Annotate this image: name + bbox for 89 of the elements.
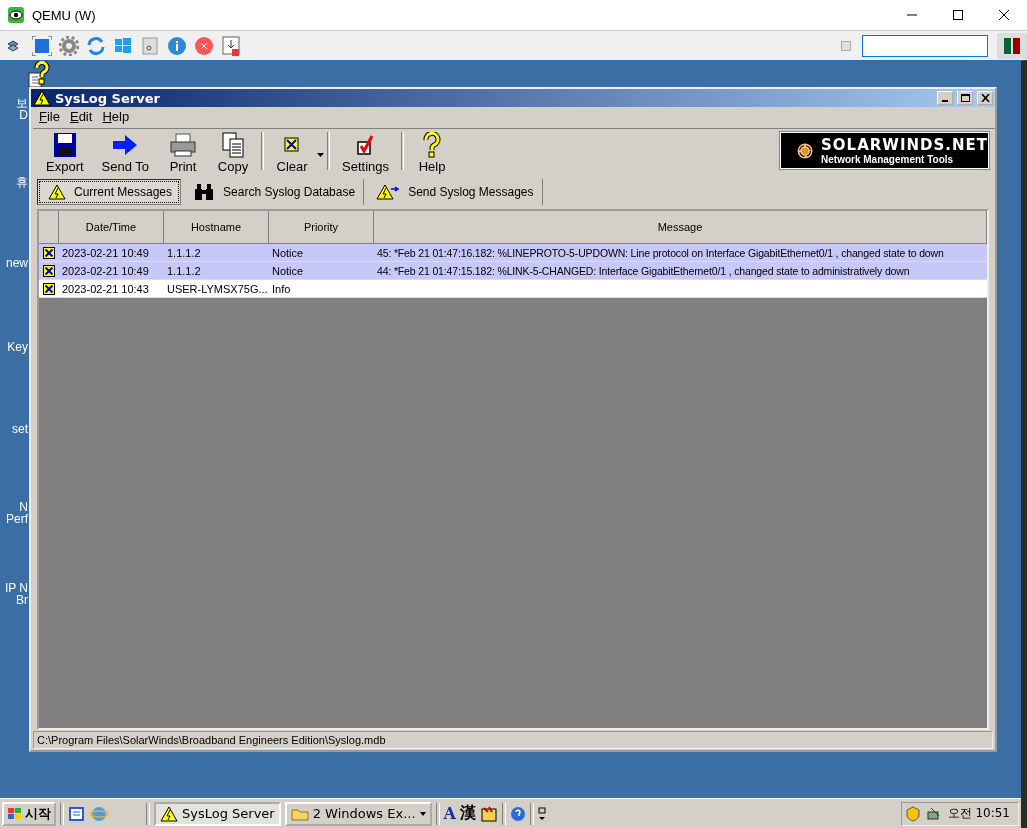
qemu-logo-icon [8,7,24,23]
windows-logo-icon[interactable] [113,35,133,56]
toolbar-button[interactable]: Print [158,132,209,174]
toolbar-button[interactable]: Clear [267,132,318,174]
tab[interactable]: Current Messages [37,179,182,205]
keyboard-key-icon[interactable] [140,35,160,56]
dropdown-caret-icon[interactable] [317,153,325,157]
table-cell-text: 45: *Feb 21 01:47:16.182: %LINEPROTO-5-UPDOWN: Line protocol on Interface GigabitEthernet0/1 , changed state to down [376,246,945,259]
start-button[interactable]: 시작 [2,801,56,826]
minimize-button[interactable] [937,91,953,105]
warning-icon [160,805,178,822]
table-row[interactable]: 2023-02-21 10:43 USER-LYMSX75G... Info [39,280,987,298]
fullscreen-icon[interactable] [32,35,52,56]
clock: 오전 10:51 [947,805,1010,822]
column-header[interactable]: Date/Time [59,211,164,243]
window-title: QEMU (W) [32,7,97,23]
logo-text: SOLARWINDS.NET [821,136,988,154]
table-cell-text: 44: *Feb 21 01:47:15.182: %LINK-5-CHANGED: Interface GigabitEthernet0/1 , changed state to administratively down [376,264,911,277]
desktop-icon-label: D [19,109,29,121]
column-header[interactable]: Hostname [164,211,269,243]
desktop-icon-label: 휴 [16,176,29,188]
x-mark-icon [43,246,55,259]
desktop-icon-label: Perf [6,513,29,525]
menu-item[interactable]: File [35,109,64,124]
window-title: SysLog Server [55,90,161,106]
shield-icon[interactable] [905,805,920,822]
table-cell-text: 1.1.1.2 [166,264,202,277]
tab[interactable]: Search Syslog Database [183,179,365,205]
taskbar-button[interactable]: 2 Windows Ex... [284,801,432,826]
table-cell-text: Info [271,282,292,295]
folder-icon [290,806,309,821]
table-cell-text: 1.1.1.2 [166,246,202,259]
close-icon [998,9,1010,21]
input-field[interactable] [862,34,988,57]
options-caret-icon[interactable] [538,806,546,821]
menu-item[interactable]: Help [98,109,134,124]
column-header[interactable]: Priority [269,211,374,243]
logo-tagline: Network Management Tools [821,154,955,165]
show-desktop-icon[interactable] [68,804,86,823]
maximize-button[interactable] [957,91,973,105]
warning-arrow-icon [376,184,401,200]
desktop-icon-label: set [12,423,29,435]
binoculars-icon [193,183,216,201]
desktop-icon-label: Key [7,341,29,353]
maximize-icon [952,9,964,21]
menu-item[interactable]: Edit [65,109,97,124]
x-mark-icon [43,264,55,277]
table-cell-text: USER-LYMSX75G... [166,282,269,295]
toolbar-button[interactable]: Copy [208,132,259,174]
close-icon [980,94,990,102]
info-icon[interactable] [167,35,187,56]
desktop-icon-label: 보 [16,97,29,109]
toolbar-button[interactable]: Help [407,132,458,174]
toolbar-button[interactable]: Export [37,132,93,174]
desktop-icon-label: N [19,501,29,513]
status-lights-icon [997,32,1027,59]
close-button[interactable] [977,91,993,105]
warning-icon [48,184,66,200]
stop-icon[interactable] [194,35,214,56]
status-bar: C:\Program Files\SolarWinds\Broadband Engineers Edition\Syslog.mdb [33,731,993,749]
download-window-icon[interactable] [221,35,241,56]
x-mark-icon [43,282,55,295]
table-cell-text: 2023-02-21 10:49 [61,246,150,259]
windows-flag-icon [7,806,23,821]
settings-icon[interactable] [59,35,79,56]
table-row[interactable]: 2023-02-21 10:49 1.1.1.2 Notice 44: *Feb 21 01:47:15.182: %LINK-5-CHANGED: Interface GigabitEthernet0/1 , changed state to administratively down [39,262,987,280]
refresh-icon[interactable] [86,35,106,56]
table-cell-text: 2023-02-21 10:43 [61,282,150,295]
desktop-icon-label: Br [16,594,29,606]
network-tray-icon[interactable] [925,805,942,822]
table-cell-text: 2023-02-21 10:49 [61,264,150,277]
toolbar-button[interactable]: Settings [333,132,399,174]
app-warning-icon [33,90,51,106]
ime-pad-icon[interactable] [480,804,498,823]
maximize-icon [960,94,970,102]
checkbox[interactable] [841,40,851,51]
desktop-icon-label: IP N [4,582,29,594]
dropdown-caret-icon [419,811,426,816]
table-cell-text: Notice [271,246,305,259]
desktop-icon-label: new [6,257,29,269]
toolbar-button[interactable]: Send To [92,132,159,174]
taskbar-button[interactable]: SysLog Server [154,801,281,826]
language-indicator[interactable]: 漢 [460,803,476,824]
help-circle-icon[interactable] [510,805,526,822]
table-row[interactable]: 2023-02-21 10:49 1.1.1.2 Notice 45: *Feb 21 01:47:16.182: %LINEPROTO-5-UPDOWN: Line protocol on Interface GigabitEthernet0/1 , changed state to down [39,244,987,262]
language-indicator[interactable]: A [443,804,456,823]
tab[interactable]: Send Syslog Messages [366,179,543,205]
column-header[interactable]: Message [374,211,987,243]
table-cell-text: Notice [271,264,305,277]
